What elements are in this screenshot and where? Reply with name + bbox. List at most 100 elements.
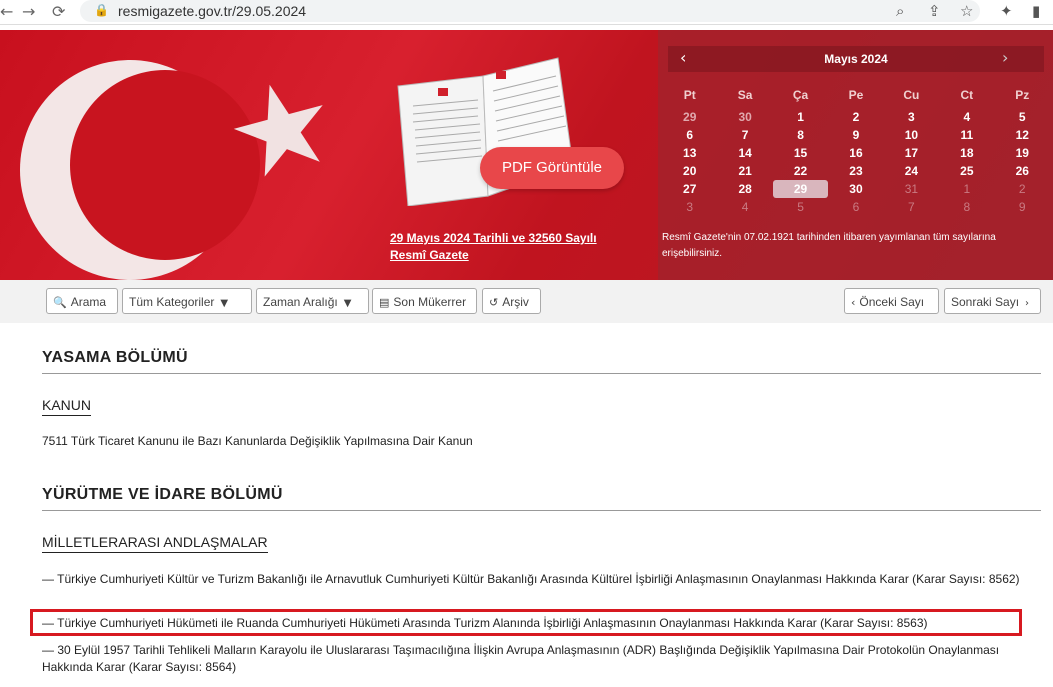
- calendar-day[interactable]: 30: [717, 108, 772, 126]
- chevron-left-icon: ‹: [851, 296, 856, 309]
- calendar-day[interactable]: 14: [717, 144, 772, 162]
- weekday-label: Ça: [792, 88, 809, 102]
- subsection-title-agreements: MİLLETLERARASI ANDLAŞMALAR: [42, 534, 268, 553]
- lock-icon: 🔒: [94, 3, 109, 17]
- calendar-day[interactable]: 3: [884, 108, 939, 126]
- calendar-day[interactable]: 18: [939, 144, 994, 162]
- calendar-day[interactable]: 29: [662, 108, 717, 126]
- calendar-next-icon[interactable]: ›: [1002, 48, 1008, 67]
- prev-issue-button[interactable]: ‹ Önceki Sayı: [844, 288, 939, 314]
- calendar-day[interactable]: 9: [828, 126, 883, 144]
- book-icon: ▤: [379, 296, 390, 309]
- calendar-day: 5: [797, 200, 804, 214]
- calendar-day[interactable]: 22: [773, 162, 828, 180]
- section-title-executive: YÜRÜTME VE İDARE BÖLÜMÜ: [42, 486, 283, 503]
- calendar-day: 1: [963, 182, 971, 196]
- calendar-day[interactable]: 25: [939, 162, 994, 180]
- calendar-day[interactable]: 20: [662, 162, 717, 180]
- chevron-down-icon: ▼: [343, 298, 352, 309]
- calendar-day[interactable]: 2: [828, 108, 883, 126]
- calendar-prev-icon[interactable]: ‹: [680, 48, 686, 67]
- last-repeat-button[interactable]: ▤ Son Mükerrer: [372, 288, 477, 314]
- calendar-day: 2: [1018, 182, 1026, 196]
- back-icon[interactable]: ←: [0, 2, 13, 21]
- archive-button[interactable]: ↺ Arşiv: [482, 288, 541, 314]
- calendar-day: 4: [741, 200, 749, 214]
- calendar-month-label: Mayıs 2024: [668, 46, 1044, 72]
- calendar-grid: Pt Sa Ça Pe Cu Ct Pz 29 30 1 2 3 4 5 6 7…: [662, 86, 1050, 216]
- calendar-day[interactable]: 24: [884, 162, 939, 180]
- calendar-day[interactable]: 6: [662, 126, 717, 144]
- history-icon: ↺: [489, 296, 499, 309]
- weekday-label: Ct: [960, 88, 974, 102]
- weekday-label: Sa: [737, 88, 753, 102]
- calendar-day[interactable]: 10: [884, 126, 939, 144]
- calendar-day[interactable]: 16: [828, 144, 883, 162]
- prev-issue-label: Önceki Sayı: [859, 295, 925, 309]
- calendar-day: 8: [963, 200, 971, 214]
- highlight-box: [30, 609, 1022, 636]
- calendar-day[interactable]: 1: [773, 108, 828, 126]
- calendar-day[interactable]: 11: [939, 126, 994, 144]
- section-divider: [42, 510, 1041, 511]
- document-link[interactable]: — 30 Eylül 1957 Tarihli Tehlikeli Mallar…: [42, 642, 1042, 676]
- calendar-week: 29 30 1 2 3 4 5: [662, 108, 1050, 126]
- calendar-day: 7: [908, 200, 915, 214]
- extensions-icon[interactable]: ✦: [1000, 2, 1013, 20]
- category-select[interactable]: Tüm Kategoriler ▼: [122, 288, 252, 314]
- issue-title-link[interactable]: 29 Mayıs 2024 Tarihli ve 32560 Sayılı Re…: [390, 230, 620, 264]
- section-divider: [42, 373, 1041, 374]
- calendar-day[interactable]: 13: [662, 144, 717, 162]
- search-icon: 🔍: [53, 296, 67, 309]
- calendar-day: 3: [686, 200, 694, 214]
- document-link[interactable]: — Türkiye Cumhuriyeti Kültür ve Turizm B…: [42, 571, 1042, 588]
- category-select-label: Tüm Kategoriler: [129, 295, 215, 309]
- time-range-select[interactable]: Zaman Aralığı ▼: [256, 288, 369, 314]
- calendar-day[interactable]: 21: [717, 162, 772, 180]
- forward-icon[interactable]: →: [22, 2, 35, 21]
- search-button-label: Arama: [70, 295, 107, 309]
- calendar-day[interactable]: 8: [773, 126, 828, 144]
- calendar-day-selected[interactable]: 29: [772, 180, 829, 198]
- calendar-day[interactable]: 17: [884, 144, 939, 162]
- next-issue-button[interactable]: Sonraki Sayı ›: [944, 288, 1041, 314]
- calendar-week: 27 28 29 30 31 1 2: [662, 180, 1050, 198]
- calendar-week: 6 7 8 9 10 11 12: [662, 126, 1050, 144]
- time-range-label: Zaman Aralığı: [263, 295, 338, 309]
- address-bar[interactable]: 🔒 resmigazete.gov.tr/29.05.2024: [80, 0, 980, 22]
- pdf-view-button[interactable]: PDF Görüntüle: [480, 147, 624, 189]
- calendar-week: 13 14 15 16 17 18 19: [662, 144, 1050, 162]
- zoom-icon[interactable]: ⌕: [896, 2, 904, 20]
- calendar-day[interactable]: 4: [939, 108, 994, 126]
- subsection-title-law: KANUN: [42, 397, 92, 416]
- calendar-day[interactable]: 23: [828, 162, 883, 180]
- bookmark-star-icon[interactable]: ☆: [960, 2, 973, 20]
- calendar-day[interactable]: 30: [828, 180, 883, 198]
- calendar-day: 6: [852, 200, 860, 214]
- calendar-day[interactable]: 27: [662, 180, 717, 198]
- chevron-right-icon: ›: [1025, 298, 1030, 309]
- document-link[interactable]: 7511 Türk Ticaret Kanunu ile Bazı Kanunl…: [42, 433, 1042, 450]
- weekday-label: Pt: [683, 88, 696, 102]
- reload-icon[interactable]: ⟳: [52, 2, 65, 21]
- calendar-day[interactable]: 7: [717, 126, 772, 144]
- calendar-day[interactable]: 19: [995, 144, 1050, 162]
- calendar-day[interactable]: 12: [995, 126, 1050, 144]
- side-panel-icon[interactable]: ▮: [1032, 2, 1040, 20]
- section-title-legislation: YASAMA BÖLÜMÜ: [42, 349, 188, 366]
- share-icon[interactable]: ⇪: [928, 2, 941, 20]
- url-text: resmigazete.gov.tr/29.05.2024: [118, 3, 307, 19]
- calendar-day: 31: [904, 182, 919, 196]
- browser-toolbar: ← → ⟳ 🔒 resmigazete.gov.tr/29.05.2024 ⌕ …: [0, 0, 1053, 25]
- chevron-down-icon: ▼: [220, 298, 229, 309]
- last-repeat-label: Son Mükerrer: [393, 295, 467, 309]
- weekday-label: Cu: [903, 88, 920, 102]
- calendar-day[interactable]: 15: [773, 144, 828, 162]
- search-button[interactable]: 🔍 Arama: [46, 288, 118, 314]
- calendar-weekday-row: Pt Sa Ça Pe Cu Ct Pz: [662, 86, 1050, 104]
- calendar-week: 20 21 22 23 24 25 26: [662, 162, 1050, 180]
- calendar-day[interactable]: 28: [717, 180, 772, 198]
- calendar-day[interactable]: 5: [995, 108, 1050, 126]
- weekday-label: Pz: [1015, 88, 1030, 102]
- calendar-day[interactable]: 26: [995, 162, 1050, 180]
